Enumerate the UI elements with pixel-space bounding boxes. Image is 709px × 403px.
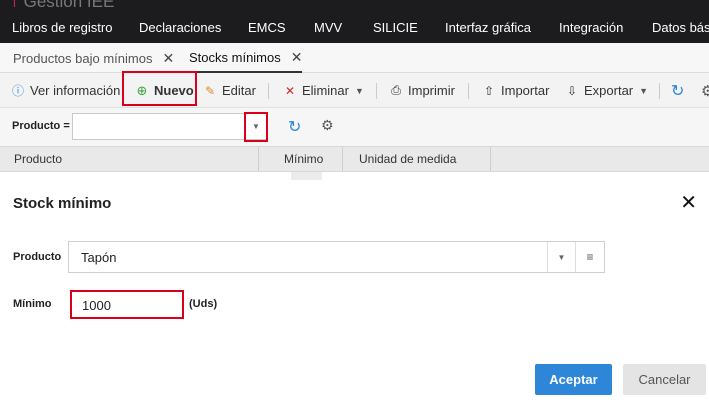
- import-label: Importar: [501, 83, 550, 98]
- chevron-down-icon: ▼: [639, 85, 649, 96]
- product-field-label: Producto: [13, 251, 62, 263]
- close-icon[interactable]: ✕: [162, 50, 174, 67]
- column-header-minimo[interactable]: Mínimo: [259, 147, 343, 171]
- stock-minimo-dialog: Stock mínimo ✕ Producto Tapón ▼ ≡ Mínimo…: [0, 180, 709, 403]
- toolbar-divider: [468, 83, 469, 99]
- import-button[interactable]: ⇧ Importar: [482, 73, 549, 108]
- chevron-down-icon: ▼: [354, 85, 364, 96]
- menu-declaraciones[interactable]: Declaraciones: [139, 20, 221, 35]
- download-icon: ⇩: [566, 83, 578, 98]
- view-info-label: Ver información: [30, 83, 121, 98]
- minimum-field-label: Mínimo: [13, 298, 52, 310]
- menu-emcs[interactable]: EMCS: [248, 20, 286, 35]
- close-icon[interactable]: ✕: [291, 49, 303, 66]
- refresh-icon[interactable]: ↻: [288, 117, 301, 137]
- edit-button[interactable]: ✎ Editar: [203, 73, 256, 108]
- print-button[interactable]: ⎙ Imprimir: [389, 73, 455, 108]
- toolbar-divider: [268, 83, 269, 99]
- brand-text: Gestión IEE: [23, 0, 115, 11]
- highlight-filter-dropdown: [244, 112, 268, 142]
- toolbar-divider: [376, 83, 377, 99]
- chevron-down-icon[interactable]: ▼: [547, 242, 575, 272]
- menu-mvv[interactable]: MVV: [314, 20, 342, 35]
- tab-productos-bajo-minimos[interactable]: Productos bajo mínimos ✕: [13, 43, 174, 73]
- list-icon[interactable]: ≡: [575, 242, 604, 272]
- gear-icon[interactable]: ⚙: [701, 73, 709, 108]
- accept-button[interactable]: Aceptar: [535, 364, 612, 395]
- minimum-value: 1000: [82, 298, 111, 313]
- grid-header: Producto Mínimo Unidad de medida: [0, 146, 709, 172]
- delete-label: Eliminar: [302, 83, 349, 98]
- unit-label: (Uds): [189, 298, 218, 310]
- tab-label: Productos bajo mínimos: [13, 50, 153, 66]
- minimum-input[interactable]: 1000: [70, 290, 184, 319]
- menu-datos-basicos[interactable]: Datos básicos: [652, 20, 709, 35]
- menu-interfaz-grafica[interactable]: Interfaz gráfica: [445, 20, 531, 35]
- info-icon: ⓘ: [11, 84, 24, 98]
- cancel-button[interactable]: Cancelar: [623, 364, 706, 395]
- filter-product-select[interactable]: ▼: [72, 113, 267, 140]
- tab-stocks-minimos[interactable]: Stocks mínimos ✕: [189, 43, 303, 73]
- highlight-new-button: [122, 71, 197, 106]
- column-header-unidad[interactable]: Unidad de medida: [343, 147, 491, 171]
- upload-icon: ⇧: [483, 83, 495, 98]
- view-info-button[interactable]: ⓘ Ver información: [11, 73, 120, 108]
- filter-product-label: Producto =: [12, 120, 70, 132]
- dialog-title: Stock mínimo: [13, 195, 112, 212]
- gear-icon[interactable]: ⚙: [321, 117, 334, 134]
- product-value: Tapón: [81, 250, 117, 265]
- toolbar-divider: [659, 83, 660, 99]
- delete-x-icon: ✕: [284, 83, 296, 98]
- column-header-producto[interactable]: Producto: [0, 147, 259, 171]
- app-brand: ⊺ Gestión IEE: [10, 0, 114, 12]
- menu-silicie[interactable]: SILICIE: [373, 20, 418, 35]
- export-button[interactable]: ⇩ Exportar ▼: [565, 73, 648, 108]
- edit-label: Editar: [222, 83, 256, 98]
- edit-icon: ✎: [204, 83, 216, 98]
- menu-integracion[interactable]: Integración: [559, 20, 623, 35]
- refresh-icon[interactable]: ↻: [671, 73, 684, 108]
- brand-mark: ⊺: [10, 0, 19, 11]
- top-navigation-bar: ⊺ Gestión IEE Libros de registro Declara…: [0, 0, 709, 43]
- printer-icon: ⎙: [391, 83, 401, 97]
- filter-bar: Producto = ▼ ↻ ⚙: [0, 108, 709, 146]
- menu-libros-de-registro[interactable]: Libros de registro: [12, 20, 112, 35]
- delete-button[interactable]: ✕ Eliminar ▼: [283, 73, 364, 108]
- toolbar: ⓘ Ver información ⊕ Nuevo ✎ Editar ✕ Eli…: [0, 71, 709, 108]
- export-label: Exportar: [584, 83, 634, 98]
- tab-bar: Productos bajo mínimos ✕ Stocks mínimos …: [0, 43, 709, 73]
- close-icon[interactable]: ✕: [680, 190, 697, 215]
- tab-label: Stocks mínimos: [189, 49, 281, 65]
- product-combobox[interactable]: Tapón ▼ ≡: [68, 241, 605, 273]
- print-label: Imprimir: [408, 83, 455, 98]
